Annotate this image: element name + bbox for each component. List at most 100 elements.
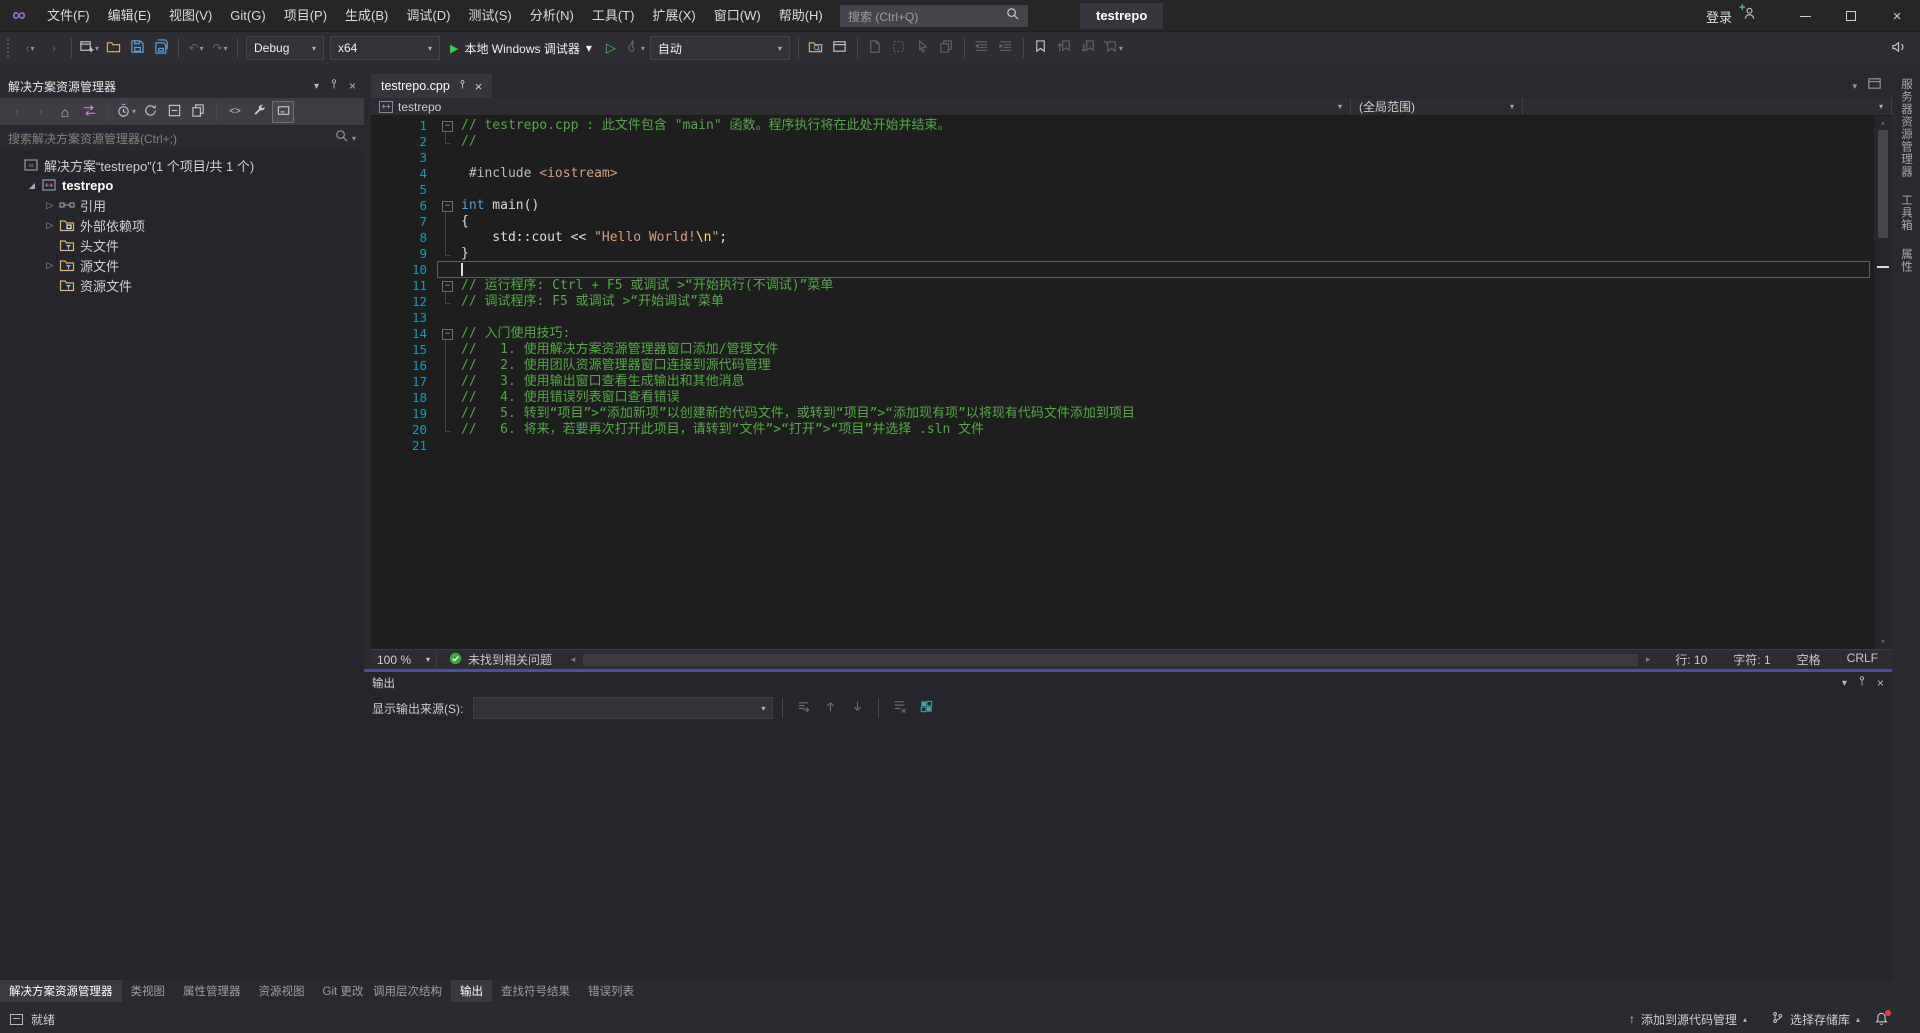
dock-tab-资源视图[interactable]: 资源视图 <box>250 980 314 1002</box>
toggle-word-wrap-icon[interactable] <box>915 697 938 719</box>
line-document-icon[interactable] <box>863 36 887 60</box>
solution-explorer-header[interactable]: 解决方案资源管理器 ▾ × <box>0 74 364 98</box>
expander-collapsed-icon[interactable]: ▷ <box>42 220 58 231</box>
menu-item-分析(N)[interactable]: 分析(N) <box>521 0 583 32</box>
add-account-icon[interactable]: + <box>1742 6 1762 26</box>
clear-all-icon[interactable] <box>888 697 911 719</box>
output-header[interactable]: 输出 ▾ × <box>364 672 1892 694</box>
collapse-all-icon[interactable] <box>163 101 185 123</box>
open-folder-icon[interactable] <box>101 36 125 60</box>
previous-message-icon[interactable] <box>819 697 842 719</box>
increase-indent-icon[interactable] <box>994 36 1018 60</box>
dock-tab-解决方案资源管理器[interactable]: 解决方案资源管理器 <box>0 980 122 1002</box>
go-to-message-icon[interactable] <box>792 697 815 719</box>
spaces-indicator[interactable]: 空格 <box>1797 651 1821 668</box>
fold-box[interactable]: − <box>442 121 453 132</box>
menu-item-调试(D)[interactable]: 调试(D) <box>397 0 459 32</box>
menu-item-Git(G)[interactable]: Git(G) <box>221 0 274 32</box>
document-health-indicator[interactable]: 未找到相关问题 <box>437 651 564 668</box>
quick-search-box[interactable]: 搜索 (Ctrl+Q) <box>840 5 1028 27</box>
fold-box[interactable]: − <box>442 281 453 292</box>
copy-icon[interactable] <box>935 36 959 60</box>
vertical-scrollbar[interactable]: ▴ ▾ <box>1874 116 1892 649</box>
scroll-down-icon[interactable]: ▾ <box>1881 635 1886 649</box>
menu-item-帮助(H)[interactable]: 帮助(H) <box>770 0 832 32</box>
hscroll-left-icon[interactable]: ◂ <box>564 654 582 665</box>
nav-member-dropdown[interactable]: ▾ <box>1523 98 1892 115</box>
tree-item-外部依赖项[interactable]: ▷外部依赖项 <box>0 215 364 235</box>
fold-box[interactable]: − <box>442 201 453 212</box>
solution-explorer-search-input[interactable]: 搜索解决方案资源管理器(Ctrl+;) ▾ <box>0 126 364 150</box>
zoom-level-combo[interactable]: 100 %▾ <box>371 650 437 670</box>
tree-item-头文件[interactable]: 头文件 <box>0 235 364 255</box>
feedback-icon[interactable] <box>1886 36 1910 60</box>
output-pin-icon[interactable] <box>1856 674 1868 692</box>
dock-tab-属性管理器[interactable]: 属性管理器 <box>174 980 250 1002</box>
pointer-mode-icon[interactable] <box>911 36 935 60</box>
menu-item-扩展(X)[interactable]: 扩展(X) <box>643 0 704 32</box>
nav-scope-dropdown[interactable]: (全局范围)▾ <box>1351 98 1523 115</box>
navigate-back-icon[interactable]: ‹▾ <box>18 36 42 60</box>
dock-tab-查找符号结果[interactable]: 查找符号结果 <box>492 980 579 1002</box>
redo-icon[interactable]: ↷▾ <box>208 36 232 60</box>
tree-item-testrepo[interactable]: ◢++testrepo <box>0 175 364 195</box>
se-back-icon[interactable]: ‹ <box>6 101 28 123</box>
view-code-icon[interactable]: <> <box>224 101 246 123</box>
dock-tab-输出[interactable]: 输出 <box>451 980 492 1002</box>
properties-wrench-icon[interactable] <box>248 101 270 123</box>
menu-item-项目(P)[interactable]: 项目(P) <box>275 0 336 32</box>
menu-item-工具(T)[interactable]: 工具(T) <box>583 0 644 32</box>
float-window-icon[interactable] <box>1867 76 1882 96</box>
sign-in-button[interactable]: 登录 <box>1706 7 1732 26</box>
maximize-button[interactable] <box>1828 0 1874 32</box>
autohide-tab-服务器资源管理器[interactable]: 服务器资源管理器 <box>1898 78 1914 178</box>
switch-views-icon[interactable] <box>78 101 100 123</box>
line-ending-indicator[interactable]: CRLF <box>1847 651 1878 668</box>
fold-box[interactable]: − <box>442 329 453 340</box>
se-forward-icon[interactable]: › <box>30 101 52 123</box>
pin-icon[interactable] <box>328 77 340 95</box>
close-panel-icon[interactable]: × <box>349 79 356 93</box>
menu-item-生成(B)[interactable]: 生成(B) <box>336 0 397 32</box>
background-tasks-icon[interactable] <box>10 1014 23 1025</box>
save-all-icon[interactable] <box>149 36 173 60</box>
fold-collapse-icon[interactable]: − <box>427 198 461 214</box>
scrollbar-thumb[interactable] <box>1878 130 1888 238</box>
navigate-forward-icon[interactable]: › <box>42 36 66 60</box>
sync-with-active-document-icon[interactable] <box>139 101 161 123</box>
open-documents-chevron-icon[interactable]: ▾ <box>1852 81 1857 92</box>
next-message-icon[interactable] <box>846 697 869 719</box>
window-layout-icon[interactable] <box>828 36 852 60</box>
output-close-icon[interactable]: × <box>1877 676 1884 690</box>
expander-collapsed-icon[interactable]: ▷ <box>42 260 58 271</box>
close-button[interactable]: × <box>1874 0 1920 32</box>
save-icon[interactable] <box>125 36 149 60</box>
toggle-bookmark-icon[interactable] <box>1029 36 1053 60</box>
start-without-debugging-icon[interactable]: ▷ <box>599 36 623 60</box>
solution-platform-combo[interactable]: x64▾ <box>330 36 440 60</box>
nav-project-dropdown[interactable]: ++ testrepo▾ <box>371 98 1351 115</box>
next-bookmark-icon[interactable] <box>1077 36 1101 60</box>
column-indicator[interactable]: 字符: 1 <box>1733 651 1770 668</box>
tree-item-引用[interactable]: ▷引用 <box>0 195 364 215</box>
dock-tab-调用层次结构[interactable]: 调用层次结构 <box>364 980 451 1002</box>
tab-pin-icon[interactable] <box>457 79 468 93</box>
menu-item-窗口(W)[interactable]: 窗口(W) <box>705 0 770 32</box>
hscroll-right-icon[interactable]: ▸ <box>1639 654 1657 665</box>
window-position-chevron-icon[interactable]: ▾ <box>314 81 319 92</box>
start-debugging-button[interactable]: ▶ 本地 Windows 调试器▾ <box>443 36 599 60</box>
autohide-tab-工具箱[interactable]: 工具箱 <box>1898 194 1914 232</box>
find-in-files-icon[interactable] <box>804 36 828 60</box>
line-indicator[interactable]: 行: 10 <box>1675 651 1707 668</box>
autohide-tab-属性[interactable]: 属性 <box>1898 248 1914 273</box>
horizontal-scrollbar[interactable] <box>583 654 1638 666</box>
select-repository-button[interactable]: 选择存储库 ▴ <box>1761 1005 1870 1033</box>
fold-collapse-icon[interactable]: − <box>427 278 461 294</box>
home-icon[interactable]: ⌂ <box>54 101 76 123</box>
hot-reload-icon[interactable]: ▾ <box>623 36 647 60</box>
tree-item-源文件[interactable]: ▷源文件 <box>0 255 364 275</box>
output-content[interactable] <box>364 722 1892 980</box>
menu-item-测试(S)[interactable]: 测试(S) <box>459 0 520 32</box>
code-editor[interactable]: 1−// testrepo.cpp : 此文件包含 "main" 函数。程序执行… <box>371 116 1892 649</box>
tree-item-解决方案“testrepo”(1 个项目/共 1 个)[interactable]: ∞解决方案“testrepo”(1 个项目/共 1 个) <box>0 155 364 175</box>
